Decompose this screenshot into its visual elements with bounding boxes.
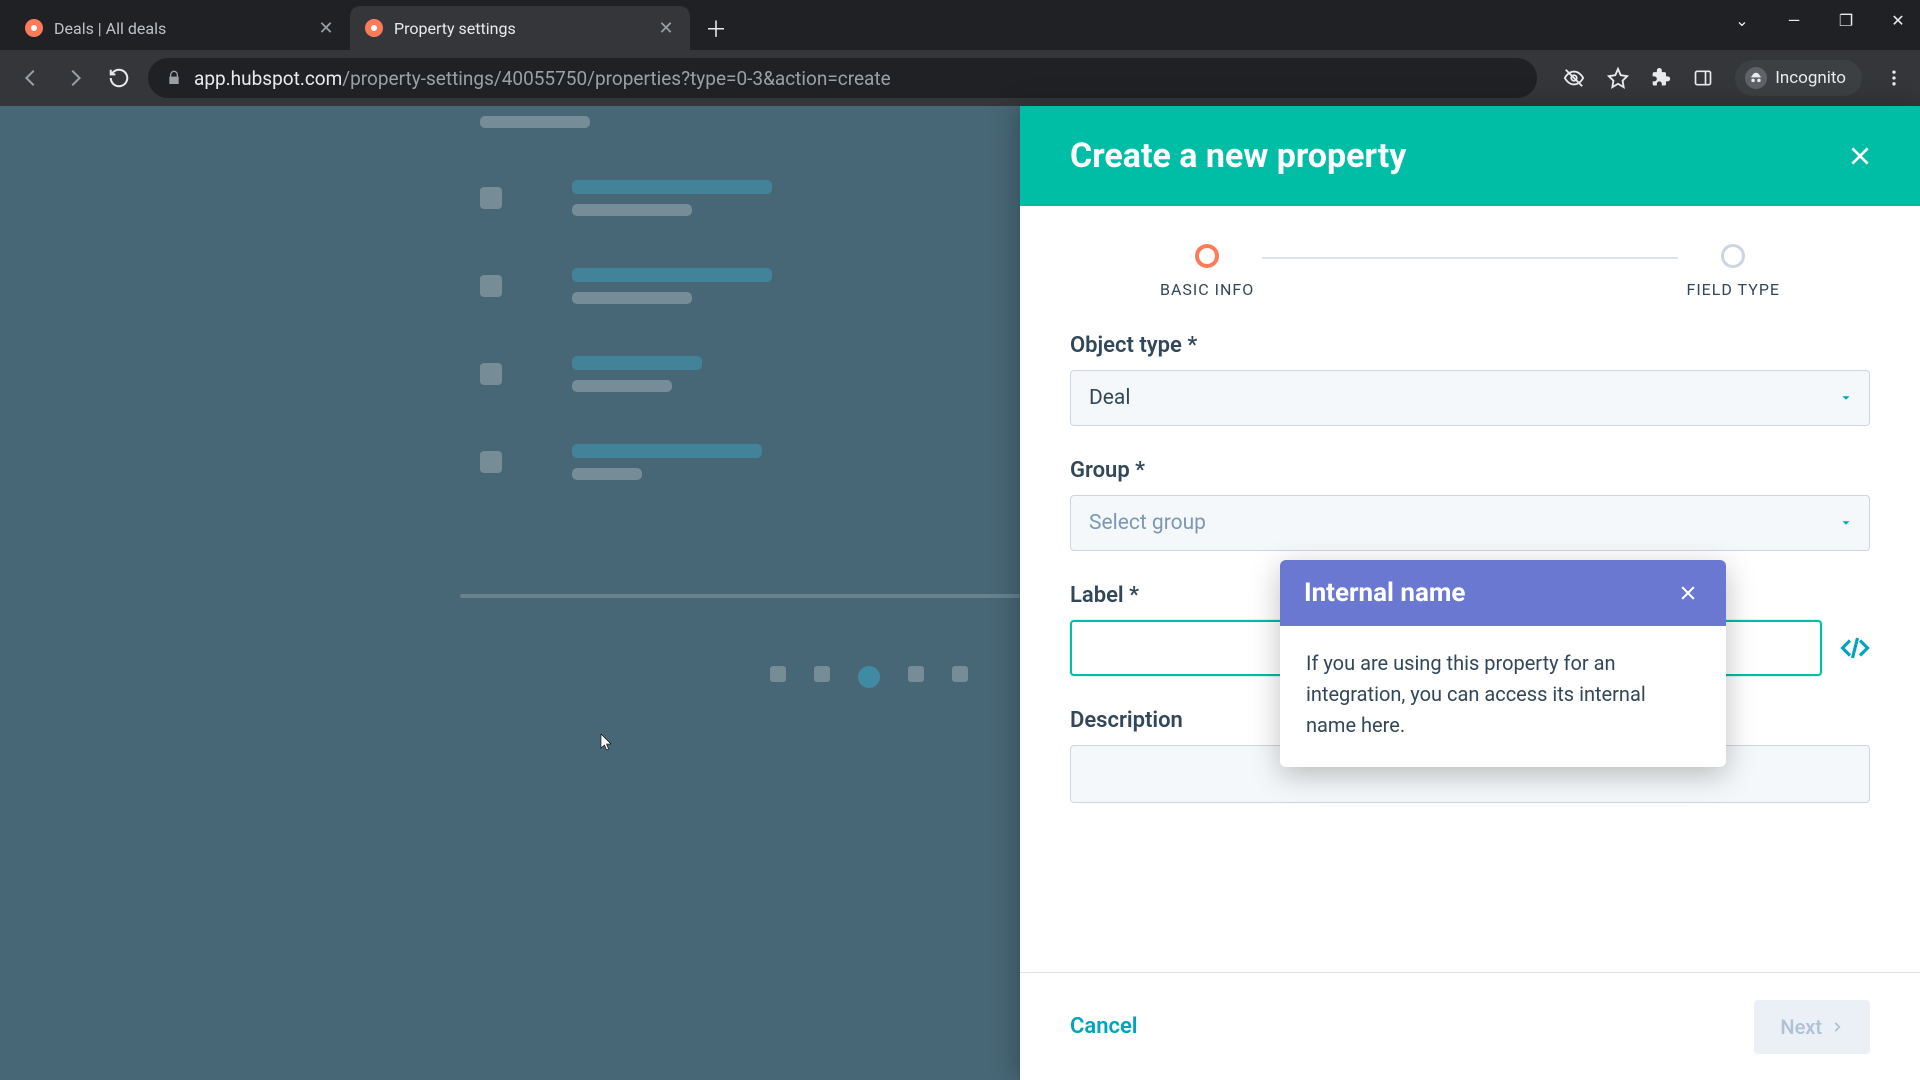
eye-off-icon[interactable] [1563, 67, 1585, 89]
incognito-label: Incognito [1775, 68, 1846, 88]
tab-title: Property settings [394, 19, 646, 38]
toolbar-icons: Incognito [1563, 60, 1904, 96]
window-controls: ⌄ ― ❐ ✕ [1730, 8, 1910, 32]
close-tab-icon[interactable]: ✕ [656, 18, 676, 38]
reload-button[interactable] [104, 63, 134, 93]
select-placeholder: Select group [1089, 511, 1206, 535]
close-panel-button[interactable] [1842, 138, 1878, 174]
new-tab-button[interactable]: ＋ [698, 10, 734, 46]
ghost-list [480, 116, 1020, 480]
object-type-select[interactable]: Deal [1070, 370, 1870, 426]
tab-deals[interactable]: Deals | All deals ✕ [10, 6, 350, 50]
tab-bar: Deals | All deals ✕ Property settings ✕ … [0, 0, 1920, 50]
step-label: FIELD TYPE [1686, 280, 1780, 299]
maximize-icon[interactable]: ❐ [1834, 8, 1858, 32]
minimize-icon[interactable]: ― [1782, 8, 1806, 32]
next-label: Next [1780, 1015, 1822, 1039]
incognito-icon [1745, 67, 1767, 89]
cursor-icon [600, 734, 614, 752]
panel-header: Create a new property [1020, 106, 1920, 206]
back-button[interactable] [16, 63, 46, 93]
stepper: BASIC INFO FIELD TYPE [1020, 206, 1920, 309]
browser-chrome: Deals | All deals ✕ Property settings ✕ … [0, 0, 1920, 106]
forward-button[interactable] [60, 63, 90, 93]
kebab-menu-icon[interactable] [1884, 68, 1904, 88]
group-label: Group * [1070, 458, 1870, 483]
chevron-right-icon [1830, 1020, 1844, 1034]
popover-header: Internal name [1280, 560, 1726, 626]
cancel-button[interactable]: Cancel [1070, 1014, 1138, 1039]
url-field[interactable]: app.hubspot.com/property-settings/400557… [148, 58, 1537, 98]
panel-footer: Cancel Next [1020, 972, 1920, 1080]
internal-name-popover: Internal name If you are using this prop… [1280, 560, 1726, 767]
field-group: Group * Select group [1070, 458, 1870, 551]
create-property-panel: Create a new property BASIC INFO FIELD T… [1020, 106, 1920, 1080]
object-type-label: Object type * [1070, 333, 1870, 358]
chevron-down-icon[interactable]: ⌄ [1730, 8, 1754, 32]
step-basic-info[interactable]: BASIC INFO [1160, 244, 1254, 299]
popover-title: Internal name [1304, 578, 1465, 608]
step-field-type[interactable]: FIELD TYPE [1686, 244, 1780, 299]
hubspot-favicon [364, 18, 384, 38]
sidepanel-icon[interactable] [1693, 68, 1713, 88]
close-popover-button[interactable] [1674, 579, 1702, 607]
field-object-type: Object type * Deal [1070, 333, 1870, 426]
step-circle-icon [1195, 244, 1219, 268]
code-icon[interactable] [1840, 633, 1870, 663]
tab-property-settings[interactable]: Property settings ✕ [350, 6, 690, 50]
url-text: app.hubspot.com/property-settings/400557… [194, 67, 891, 90]
address-bar: app.hubspot.com/property-settings/400557… [0, 50, 1920, 106]
hubspot-favicon [24, 18, 44, 38]
incognito-badge[interactable]: Incognito [1735, 60, 1862, 96]
group-select[interactable]: Select group [1070, 495, 1870, 551]
next-button[interactable]: Next [1754, 1000, 1870, 1054]
step-circle-icon [1721, 244, 1745, 268]
select-value: Deal [1089, 386, 1130, 410]
star-icon[interactable] [1607, 67, 1629, 89]
close-tab-icon[interactable]: ✕ [316, 18, 336, 38]
panel-title: Create a new property [1070, 136, 1406, 176]
tab-title: Deals | All deals [54, 19, 306, 38]
caret-down-icon [1839, 391, 1853, 405]
step-connector [1262, 257, 1678, 259]
lock-icon [166, 70, 182, 86]
close-window-icon[interactable]: ✕ [1886, 8, 1910, 32]
popover-body: If you are using this property for an in… [1280, 626, 1726, 767]
step-label: BASIC INFO [1160, 280, 1254, 299]
extensions-icon[interactable] [1651, 68, 1671, 88]
caret-down-icon [1839, 516, 1853, 530]
